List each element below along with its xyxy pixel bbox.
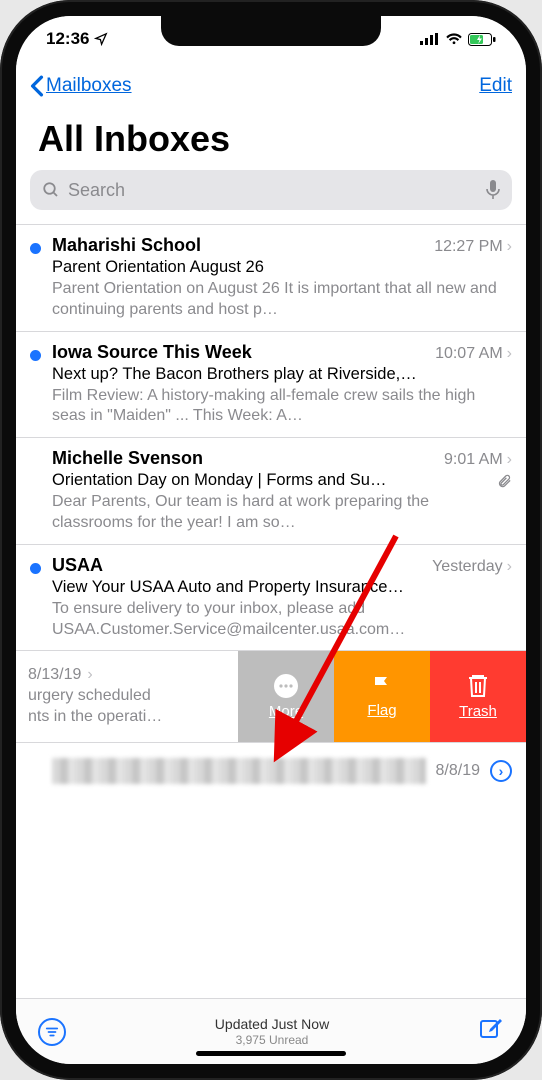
compose-icon <box>478 1016 504 1042</box>
email-preview: Dear Parents, Our team is hard at work p… <box>52 492 512 534</box>
email-subject: Parent Orientation August 26 <box>52 258 512 277</box>
trash-icon <box>467 673 489 699</box>
swipe-flag-label: Flag <box>367 702 396 719</box>
page-title: All Inboxes <box>16 112 526 170</box>
email-list: Maharishi School 12:27 PM › Parent Orien… <box>16 220 526 998</box>
swipe-trash-label: Trash <box>459 703 497 720</box>
unread-dot-icon <box>30 243 41 254</box>
email-time: 9:01 AM <box>444 451 503 469</box>
email-preview: Film Review: A history-making all-female… <box>52 386 512 428</box>
flag-icon <box>370 674 394 698</box>
email-row[interactable]: Maharishi School 12:27 PM › Parent Orien… <box>16 224 526 331</box>
unread-dot-icon <box>30 563 41 574</box>
status-time: 12:36 <box>46 29 89 49</box>
wifi-icon <box>445 33 463 45</box>
compose-button[interactable] <box>478 1016 504 1047</box>
search-placeholder: Search <box>68 180 478 201</box>
email-time: Yesterday <box>432 558 503 576</box>
email-subject: Next up? The Bacon Brothers play at Rive… <box>52 365 512 384</box>
mic-icon[interactable] <box>486 180 500 200</box>
cellular-icon <box>420 33 440 45</box>
chevron-right-icon: › <box>507 558 512 576</box>
swipe-trash-button[interactable]: Trash <box>430 651 526 742</box>
mailbox-status: Updated Just Now 3,975 Unread <box>215 1016 329 1047</box>
email-time: 12:27 PM <box>434 238 502 256</box>
chevron-right-icon: › <box>507 238 512 256</box>
location-icon <box>94 32 108 46</box>
email-time: 8/13/19 <box>28 666 81 684</box>
edit-button[interactable]: Edit <box>479 75 512 97</box>
swipe-more-label: More <box>269 703 303 720</box>
thread-indicator-icon[interactable]: › <box>490 760 512 782</box>
email-row[interactable]: USAA Yesterday › View Your USAA Auto and… <box>16 544 526 651</box>
chevron-right-icon: › <box>507 345 512 363</box>
filter-icon <box>45 1026 59 1038</box>
home-indicator[interactable] <box>196 1051 346 1056</box>
email-subject: Orientation Day on Monday | Forms and Su… <box>52 471 493 490</box>
email-row-redacted[interactable]: 8/8/19 › <box>16 742 526 798</box>
status-updated: Updated Just Now <box>215 1016 329 1033</box>
email-sender: Maharishi School <box>52 235 426 256</box>
back-mailboxes-button[interactable]: Mailboxes <box>30 75 132 97</box>
email-row[interactable]: Iowa Source This Week 10:07 AM › Next up… <box>16 331 526 438</box>
swipe-flag-button[interactable]: Flag <box>334 651 430 742</box>
battery-icon <box>468 33 496 46</box>
attachment-icon <box>497 473 512 489</box>
navigation-bar: Mailboxes Edit <box>16 60 526 112</box>
search-input[interactable]: Search <box>30 170 512 210</box>
status-unread-count: 3,975 Unread <box>215 1033 329 1047</box>
chevron-right-icon: › <box>87 666 92 684</box>
back-label: Mailboxes <box>46 75 132 97</box>
email-sender: Michelle Svenson <box>52 448 436 469</box>
email-row-swiped[interactable]: 8/13/19 › urgery scheduled nts in the op… <box>16 650 526 742</box>
email-sender: USAA <box>52 555 424 576</box>
swipe-more-button[interactable]: More <box>238 651 334 742</box>
search-icon <box>42 181 60 199</box>
chevron-left-icon <box>30 75 44 97</box>
email-time: 8/8/19 <box>436 762 480 780</box>
filter-button[interactable] <box>38 1018 66 1046</box>
email-preview: nts in the operati… <box>28 707 226 728</box>
more-icon <box>273 673 299 699</box>
email-preview: Parent Orientation on August 26 It is im… <box>52 279 512 321</box>
email-preview: To ensure delivery to your inbox, please… <box>52 599 512 641</box>
iphone-screen: 12:36 Mailboxes Edit All Inboxes Search <box>16 16 526 1064</box>
email-preview: urgery scheduled <box>28 686 226 707</box>
chevron-right-icon: › <box>507 451 512 469</box>
email-time: 10:07 AM <box>435 345 503 363</box>
email-subject: View Your USAA Auto and Property Insuran… <box>52 578 512 597</box>
unread-dot-icon <box>30 350 41 361</box>
email-row[interactable]: Michelle Svenson 9:01 AM › Orientation D… <box>16 437 526 544</box>
redacted-content <box>52 758 426 784</box>
email-sender: Iowa Source This Week <box>52 342 427 363</box>
